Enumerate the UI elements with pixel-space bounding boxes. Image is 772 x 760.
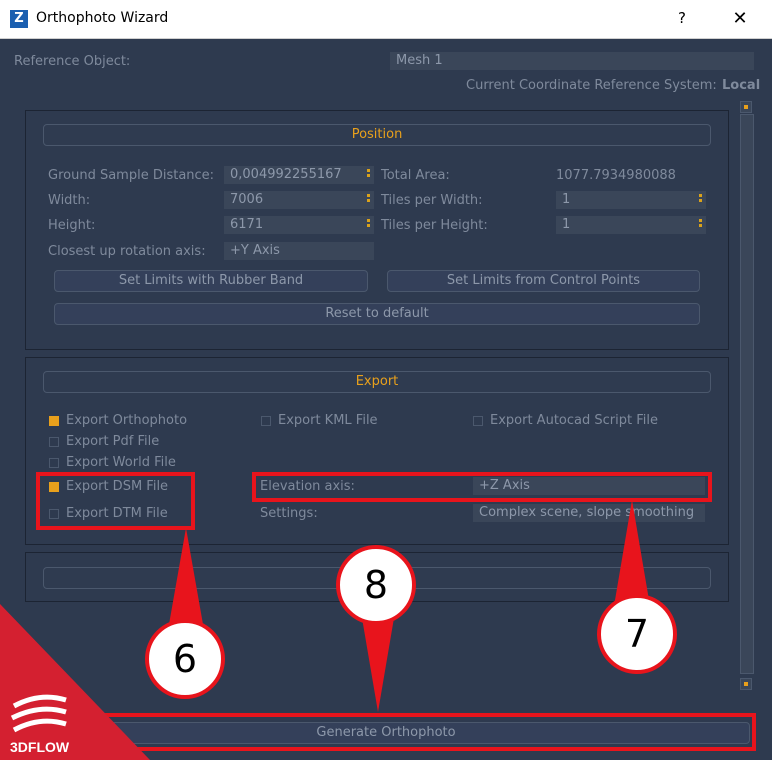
callout-6-pointer	[168, 528, 204, 630]
callout-8: 8	[337, 546, 415, 624]
brand-corner-triangle	[0, 604, 150, 760]
callout-8-pointer	[362, 618, 394, 712]
brand-watermark: 3DFLOW	[0, 604, 150, 760]
callout-6: 6	[146, 620, 224, 698]
callout-7: 7	[598, 595, 676, 673]
callout-7-pointer	[614, 500, 650, 606]
brand-logo-text: 3DFLOW	[10, 739, 70, 755]
